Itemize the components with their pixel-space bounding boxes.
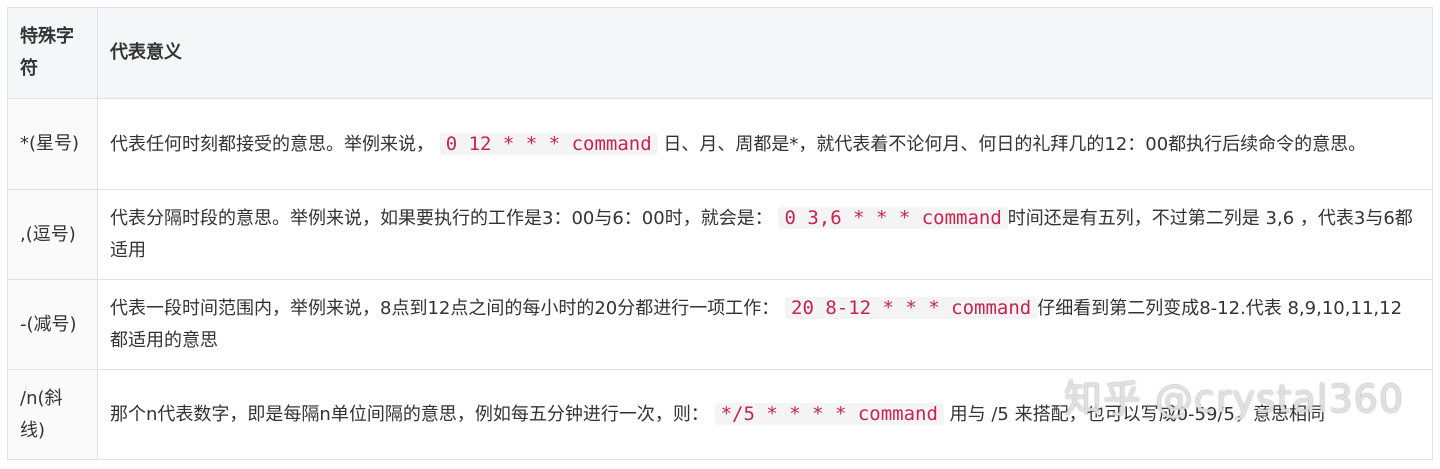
meaning-text: 日、月、周都是*，就代表着不论何月、何日的礼拜几的12：00都执行后续命令的意思… — [663, 133, 1367, 155]
meaning-text: 用与 /5 来搭配，也可以写成0-59/5，意思相同 — [949, 404, 1325, 425]
meaning-cell: 代表一段时间范围内，举例来说，8点到12点之间的每小时的20分都进行一项工作： … — [97, 279, 1433, 370]
table-row: ,(逗号) 代表分隔时段的意思。举例来说，如果要执行的工作是3：00与6：00时… — [7, 189, 1433, 280]
meaning-cell: 那个n代表数字，即是每隔n单位间隔的意思，例如每五分钟进行一次，则： */5 *… — [97, 369, 1433, 460]
meaning-text: 代表分隔时段的意思。举例来说，如果要执行的工作是3：00与6：00时，就会是： — [110, 208, 773, 229]
header-meaning: 代表意义 — [97, 7, 1433, 99]
table-header-row: 特殊字符 代表意义 — [7, 7, 1433, 99]
special-char-cell: *(星号) — [7, 98, 98, 190]
special-char-table: 特殊字符 代表意义 *(星号) 代表任何时刻都接受的意思。举例来说， 0 12 … — [7, 7, 1433, 460]
meaning-cell: 代表分隔时段的意思。举例来说，如果要执行的工作是3：00与6：00时，就会是： … — [97, 189, 1433, 280]
table-row: *(星号) 代表任何时刻都接受的意思。举例来说， 0 12 * * * comm… — [7, 98, 1433, 190]
meaning-cell: 代表任何时刻都接受的意思。举例来说， 0 12 * * * command 日、… — [97, 98, 1433, 190]
special-char-cell: /n(斜线) — [7, 369, 98, 460]
meaning-text: 代表一段时间范围内，举例来说，8点到12点之间的每小时的20分都进行一项工作： — [110, 298, 780, 319]
table-row: /n(斜线) 那个n代表数字，即是每隔n单位间隔的意思，例如每五分钟进行一次，则… — [7, 369, 1433, 460]
table-row: -(减号) 代表一段时间范围内，举例来说，8点到12点之间的每小时的20分都进行… — [7, 279, 1433, 370]
meaning-text: 代表任何时刻都接受的意思。举例来说， — [110, 133, 434, 155]
header-special-char: 特殊字符 — [7, 7, 98, 99]
code-example: 0 12 * * * command — [439, 132, 658, 155]
special-char-cell: ,(逗号) — [7, 189, 98, 280]
special-char-cell: -(减号) — [7, 279, 98, 370]
code-example: 0 3,6 * * * command — [778, 207, 1008, 229]
meaning-text: 那个n代表数字，即是每隔n单位间隔的意思，例如每五分钟进行一次，则： — [110, 404, 709, 425]
code-example: 20 8-12 * * * command — [785, 297, 1038, 319]
code-example: */5 * * * * command — [714, 403, 944, 425]
